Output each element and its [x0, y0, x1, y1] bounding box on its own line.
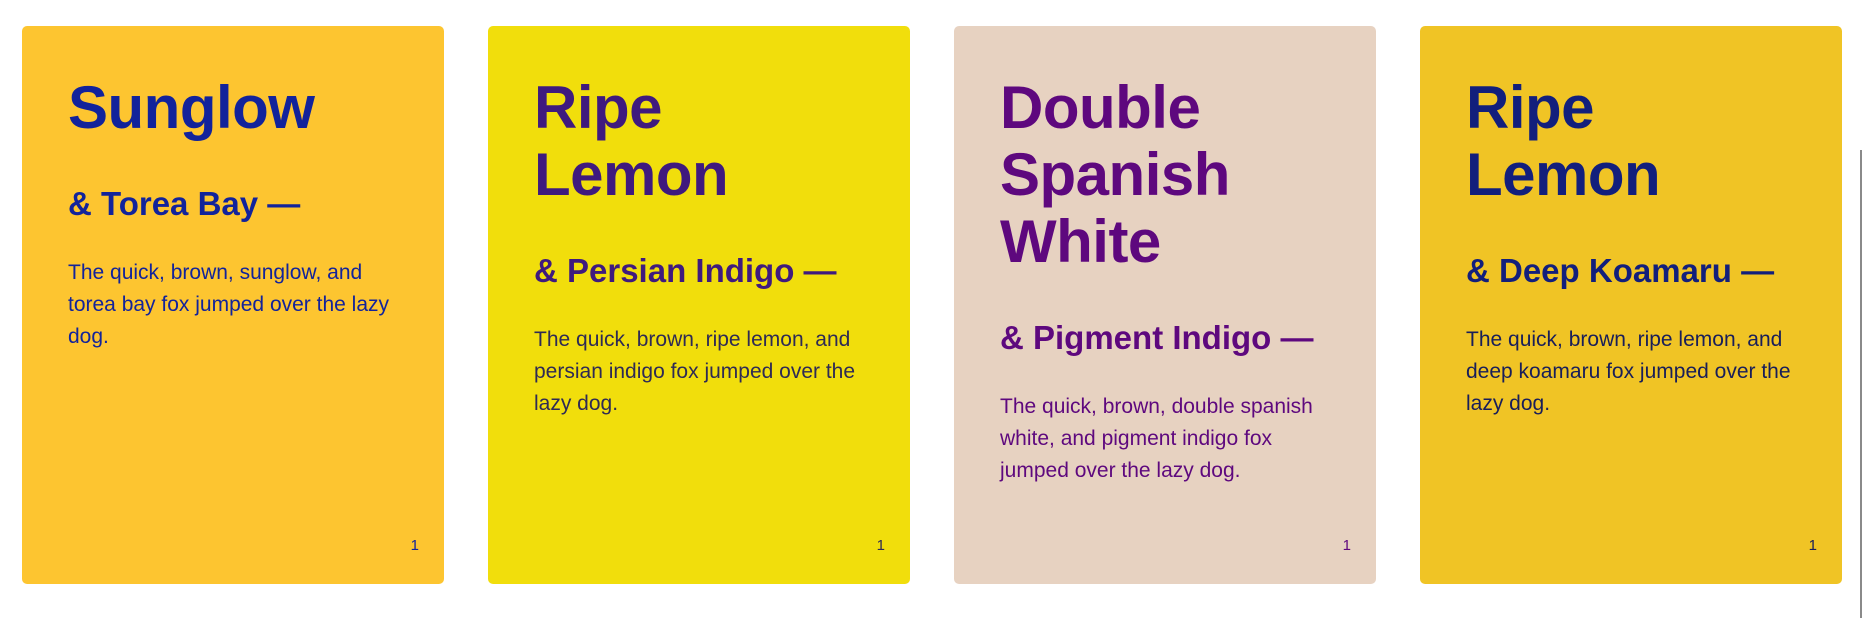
color-card-double-spanish-white: Double Spanish White & Pigment Indigo — …: [954, 26, 1376, 584]
card-title: Ripe Lemon: [1466, 74, 1661, 208]
card-body: The quick, brown, sunglow, and torea bay…: [68, 261, 390, 348]
card-body: The quick, brown, ripe lemon, and deep k…: [1466, 328, 1791, 415]
card-subtitle: & Deep Koamaru —: [1466, 252, 1775, 289]
scrollbar-thumb[interactable]: [1860, 150, 1862, 618]
card-page-number: 1: [1808, 537, 1817, 554]
card-title: Double Spanish White: [1000, 74, 1230, 275]
color-cards: Sunglow & Torea Bay — The quick, brown, …: [22, 26, 1842, 584]
card-title: Ripe Lemon: [534, 74, 729, 208]
color-card-ripe-lemon: Ripe Lemon & Persian Indigo — The quick,…: [488, 26, 910, 584]
card-page-number: 1: [410, 537, 419, 554]
card-subtitle: & Pigment Indigo —: [1000, 319, 1314, 356]
card-body: The quick, brown, double spanish white, …: [1000, 395, 1313, 482]
card-subtitle: & Persian Indigo —: [534, 252, 837, 289]
color-card-sunglow: Sunglow & Torea Bay — The quick, brown, …: [22, 26, 444, 584]
vertical-scrollbar[interactable]: [1856, 0, 1864, 618]
card-title: Sunglow: [68, 74, 315, 141]
card-page-number: 1: [876, 537, 885, 554]
card-subtitle: & Torea Bay —: [68, 185, 301, 222]
color-card-ripe-lemon-deep-koamaru: Ripe Lemon & Deep Koamaru — The quick, b…: [1420, 26, 1842, 584]
card-body: The quick, brown, ripe lemon, and persia…: [534, 328, 856, 415]
card-page-number: 1: [1342, 537, 1351, 554]
